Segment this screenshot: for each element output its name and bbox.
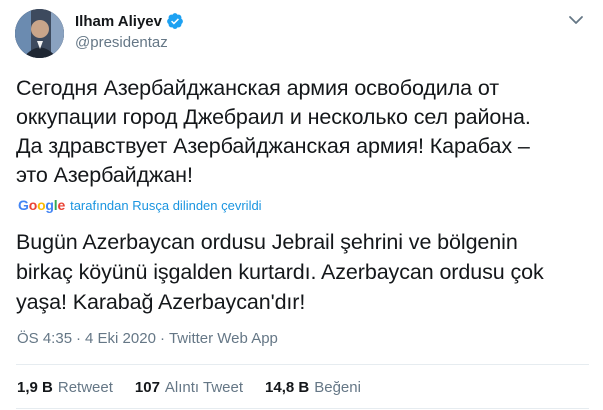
meta-separator: · [76,330,82,347]
author-name[interactable]: Ilham Aliyev [75,13,162,30]
tweet-date[interactable]: 4 Eki 2020 [85,330,156,347]
tweet-text-translated: Bugün Azerbaycan ordusu Jebrail şehrini … [16,230,544,314]
likes-count: 14,8 B [265,379,310,396]
retweets-count: 1,9 B [17,379,53,396]
author-name-row[interactable]: Ilham Aliyev [75,12,184,30]
tweet-time[interactable]: ÖS 4:35 [17,330,72,347]
quotes-label: Alıntı Tweet [164,379,244,396]
divider [16,364,589,365]
engagement-stats: 1,9 B Retweet 107 Alıntı Tweet 14,8 B Be… [17,379,361,396]
verified-badge-icon [167,13,183,29]
google-logo: Google [18,197,66,213]
translation-attribution[interactable]: Google tarafından Rusça dilinden çevrild… [18,197,262,213]
likes-stat[interactable]: 14,8 B Beğeni [265,379,361,396]
tweet-source[interactable]: Twitter Web App [169,330,278,347]
chevron-down-icon[interactable] [568,14,584,26]
tweet-meta: ÖS 4:35 · 4 Eki 2020 · Twitter Web App [17,330,278,347]
retweets-stat[interactable]: 1,9 B Retweet [17,379,113,396]
quotes-stat[interactable]: 107 Alıntı Tweet [135,379,243,396]
translation-label[interactable]: tarafından Rusça dilinden çevrildi [70,198,262,213]
quotes-count: 107 [134,379,160,396]
likes-label: Beğeni [314,379,361,396]
tweet-text-original: Сегодня Азербайджанская армия освободила… [16,76,531,187]
meta-separator: · [159,330,165,347]
avatar[interactable] [15,9,64,58]
tweet-card: Ilham Aliyev @presidentaz Сегодня Азерба… [0,0,603,410]
divider [16,408,589,409]
retweets-label: Retweet [57,379,113,396]
author-handle[interactable]: @presidentaz [75,34,168,51]
